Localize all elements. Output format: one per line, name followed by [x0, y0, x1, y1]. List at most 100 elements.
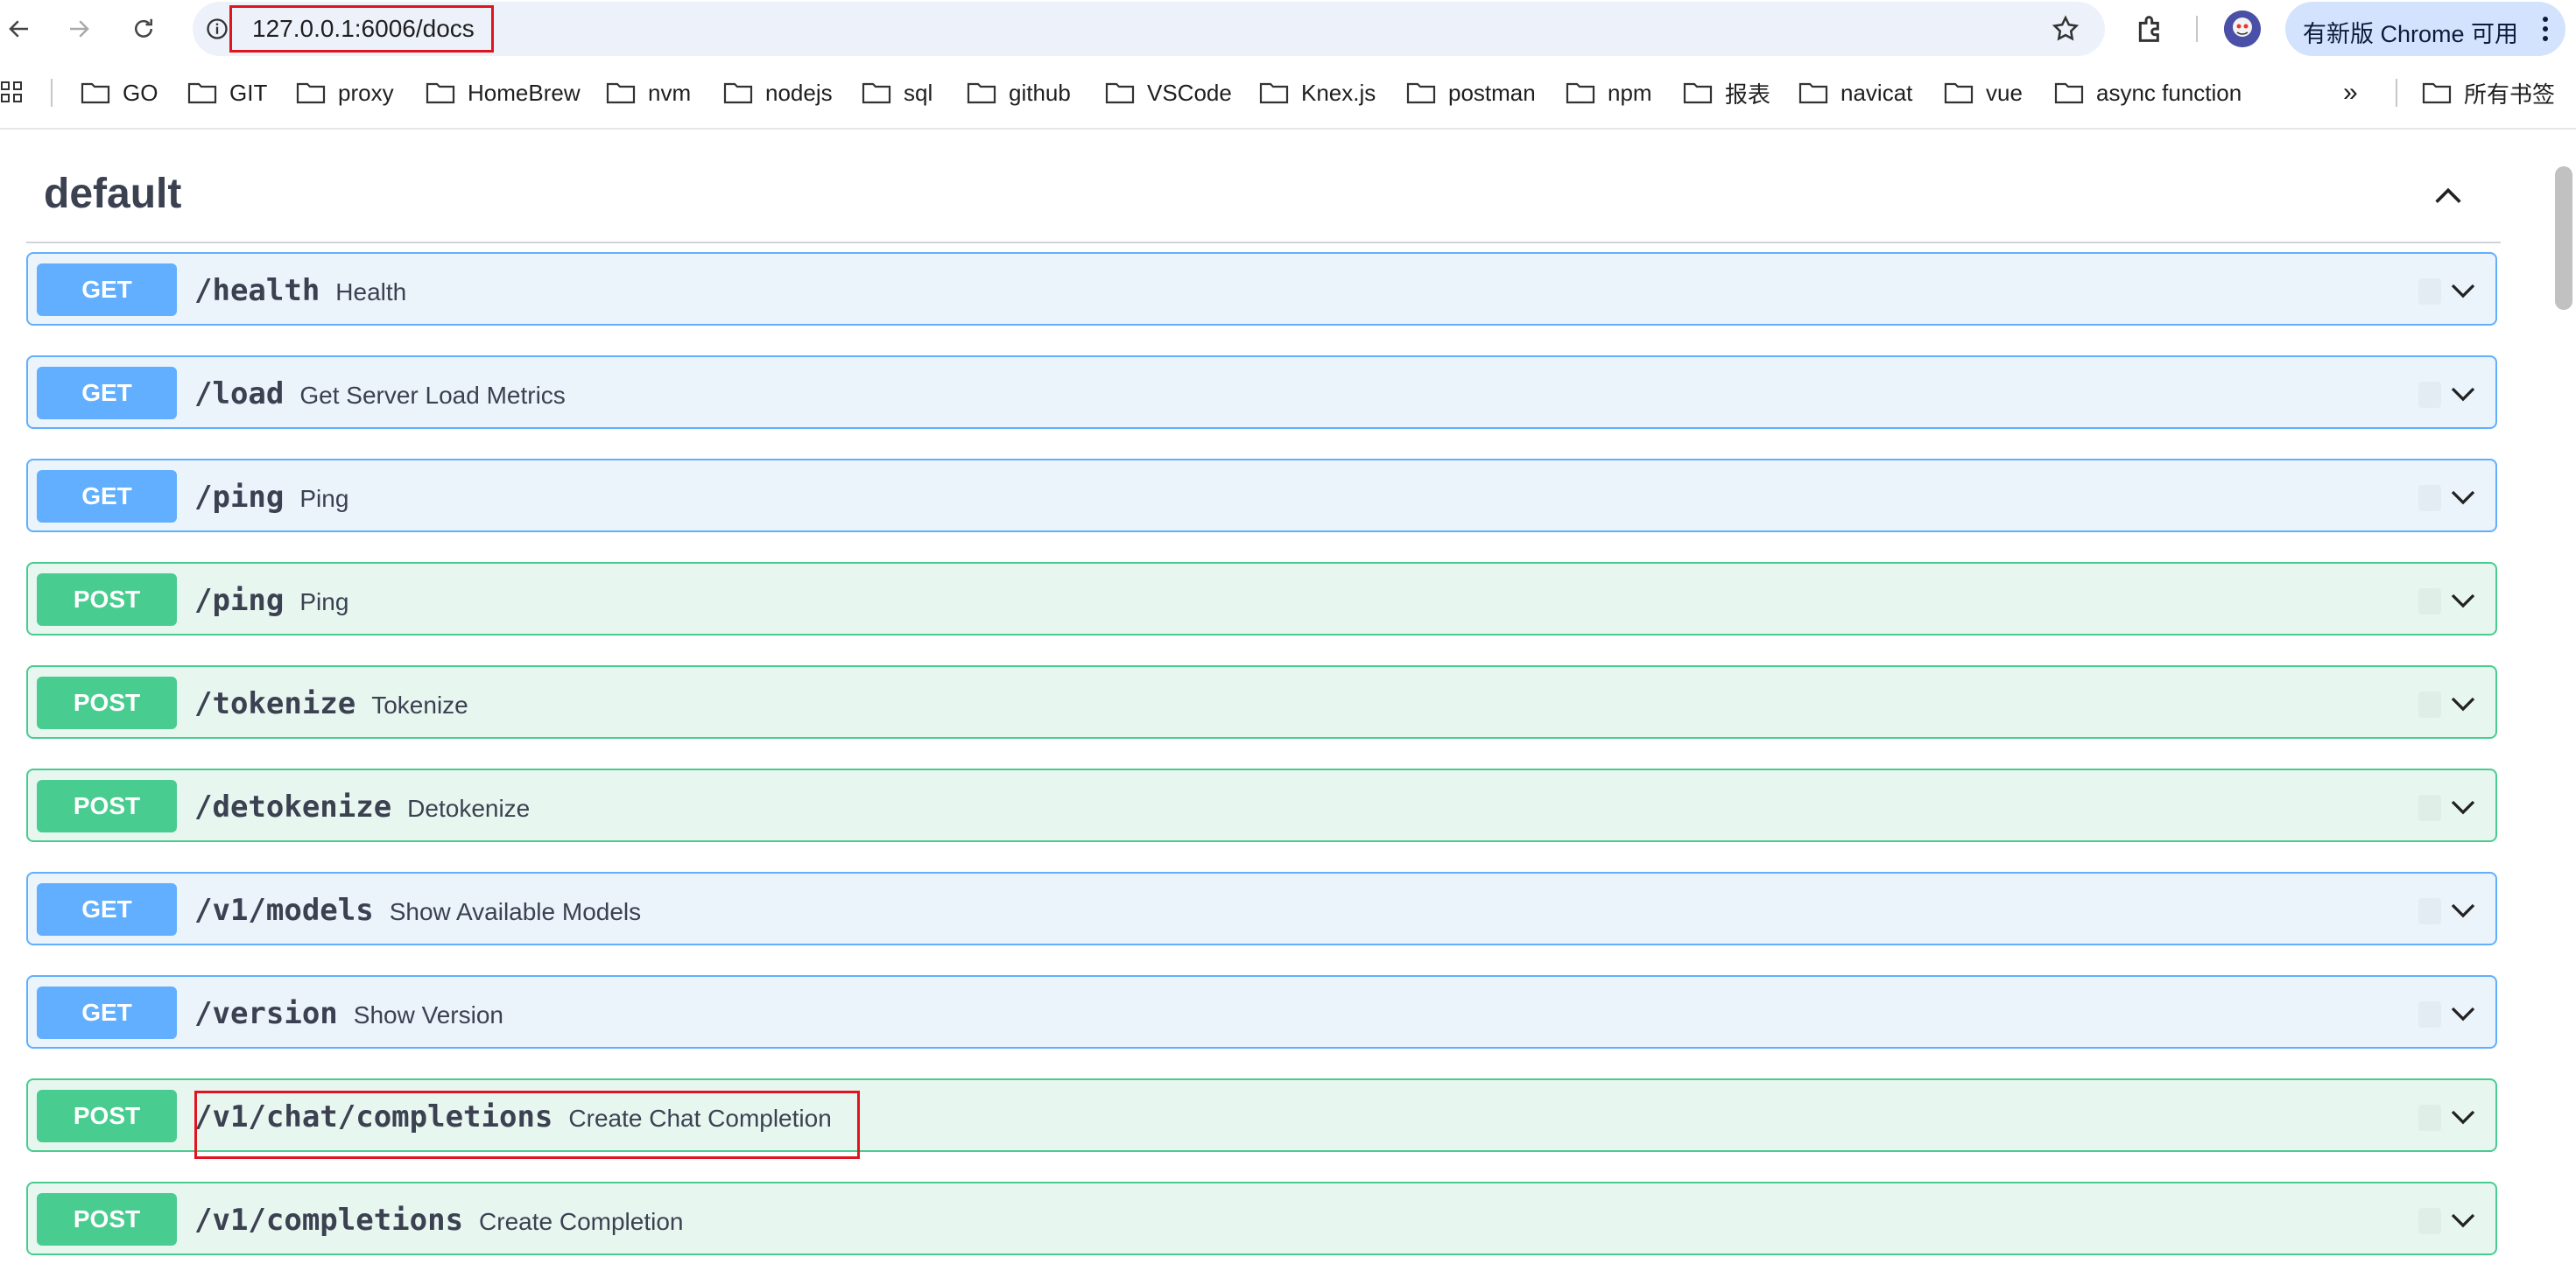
lock-icon[interactable] [2418, 278, 2441, 305]
operation-row[interactable]: POST/v1/completions Create Completion [26, 1182, 2497, 1255]
bookmark-item[interactable]: npm [1566, 77, 1652, 109]
chrome-update-button[interactable]: 有新版 Chrome 可用 [2285, 2, 2565, 56]
bookmark-item[interactable]: VSCode [1105, 77, 1232, 109]
forward-button[interactable] [61, 11, 96, 46]
bookmark-item[interactable]: 报表 [1683, 77, 1770, 109]
folder-icon [426, 82, 455, 104]
all-bookmarks-label: 所有书签 [2464, 81, 2556, 108]
bookmark-label: proxy [338, 79, 394, 106]
operation-summary: Detokenize [407, 795, 531, 822]
operation-summary: Show Available Models [389, 898, 642, 925]
operation-path: /health [194, 273, 320, 308]
bookmark-item[interactable]: GO [81, 77, 158, 109]
lock-icon[interactable] [2418, 692, 2441, 718]
operation-row[interactable]: POST/tokenize Tokenize [26, 665, 2497, 739]
operation-row[interactable]: POST/ping Ping [26, 562, 2497, 636]
lock-icon[interactable] [2418, 795, 2441, 821]
reload-button[interactable] [126, 11, 161, 46]
folder-icon [1566, 82, 1595, 104]
operation-row[interactable]: GET/load Get Server Load Metrics [26, 355, 2497, 429]
operation-path: /detokenize [194, 790, 392, 825]
lock-icon[interactable] [2418, 898, 2441, 924]
method-badge: GET [37, 367, 177, 419]
operation-path-container: /version Show Version [194, 996, 503, 1031]
site-info-icon[interactable] [205, 17, 229, 41]
bookmark-label: npm [1608, 79, 1652, 106]
operation-row[interactable]: GET/v1/models Show Available Models [26, 872, 2497, 945]
operation-summary: Ping [299, 588, 349, 615]
lock-icon[interactable] [2418, 1001, 2441, 1028]
all-bookmarks-button[interactable]: 所有书签 [2422, 77, 2555, 109]
operation-row[interactable]: GET/health Health [26, 252, 2497, 326]
lock-icon[interactable] [2418, 1105, 2441, 1131]
bookmark-item[interactable]: vue [1944, 77, 2023, 109]
bookmark-item[interactable]: nvm [606, 77, 691, 109]
method-badge: GET [37, 470, 177, 523]
operation-summary: Health [335, 278, 407, 305]
chevron-down-icon[interactable] [2446, 481, 2480, 513]
page-scrollbar[interactable] [2555, 166, 2572, 310]
operation-path-container: /ping Ping [194, 583, 348, 618]
chevron-down-icon[interactable] [2446, 895, 2480, 926]
bookmark-label: HomeBrew [468, 79, 581, 106]
chevron-down-icon[interactable] [2446, 998, 2480, 1029]
lock-icon[interactable] [2418, 485, 2441, 511]
chevron-down-icon[interactable] [2446, 275, 2480, 306]
chevron-down-icon[interactable] [2446, 378, 2480, 410]
lock-icon[interactable] [2418, 1208, 2441, 1234]
bookmark-item[interactable]: async function [2054, 77, 2242, 109]
tag-section-header[interactable]: default [26, 158, 2501, 243]
method-badge: GET [37, 987, 177, 1039]
back-button[interactable] [2, 11, 37, 46]
folder-icon [296, 82, 326, 104]
bookmark-item[interactable]: proxy [296, 77, 394, 109]
bookmarks-separator-right [2396, 79, 2397, 107]
folder-icon [81, 82, 110, 104]
operation-summary: Get Server Load Metrics [299, 382, 566, 409]
chevron-down-icon[interactable] [2446, 1101, 2480, 1133]
apps-button[interactable] [0, 77, 37, 109]
url-text[interactable]: 127.0.0.1:6006/docs [252, 15, 475, 43]
bookmark-label: github [1009, 79, 1071, 106]
bookmark-item[interactable]: Knex.js [1259, 77, 1376, 109]
toolbar-separator [2196, 16, 2198, 42]
forward-icon [70, 20, 89, 38]
address-bar[interactable]: 127.0.0.1:6006/docs [193, 2, 2105, 56]
bookmark-item[interactable]: sql [862, 77, 933, 109]
extensions-icon[interactable] [2133, 11, 2168, 46]
folder-icon [967, 82, 996, 104]
chevron-up-icon[interactable] [2431, 179, 2466, 214]
bookmark-label: vue [1986, 79, 2023, 106]
profile-avatar[interactable] [2224, 11, 2261, 47]
bookmark-item[interactable]: nodejs [723, 77, 833, 109]
method-badge: GET [37, 883, 177, 936]
operation-path: /ping [194, 480, 285, 515]
folder-icon [2054, 82, 2084, 104]
chevron-down-icon[interactable] [2446, 1204, 2480, 1236]
bookmark-item[interactable]: github [967, 77, 1071, 109]
bookmark-item[interactable]: GIT [187, 77, 267, 109]
bookmark-label: async function [2096, 79, 2242, 106]
operation-row[interactable]: POST/detokenize Detokenize [26, 769, 2497, 842]
highlight-box [194, 1091, 860, 1159]
bookmark-item[interactable]: navicat [1798, 77, 1912, 109]
bookmark-star-icon[interactable] [2051, 14, 2080, 44]
method-badge: POST [37, 1090, 177, 1142]
lock-icon[interactable] [2418, 382, 2441, 408]
bookmark-item[interactable]: HomeBrew [426, 77, 581, 109]
operation-row[interactable]: GET/ping Ping [26, 459, 2497, 532]
operation-path-container: /v1/completions Create Completion [194, 1203, 684, 1238]
operation-row[interactable]: GET/version Show Version [26, 975, 2497, 1049]
bookmark-label: GO [123, 79, 158, 106]
bookmark-item[interactable]: postman [1406, 77, 1536, 109]
operation-path-container: /health Health [194, 273, 406, 308]
chevron-down-icon[interactable] [2446, 688, 2480, 720]
folder-icon [606, 82, 636, 104]
reload-icon [135, 18, 152, 38]
more-bookmarks-button[interactable]: » [2343, 77, 2358, 109]
folder-icon [723, 82, 753, 104]
lock-icon[interactable] [2418, 588, 2441, 614]
chevron-down-icon[interactable] [2446, 791, 2480, 823]
chevron-down-icon[interactable] [2446, 585, 2480, 616]
bookmark-label: VSCode [1147, 79, 1232, 106]
